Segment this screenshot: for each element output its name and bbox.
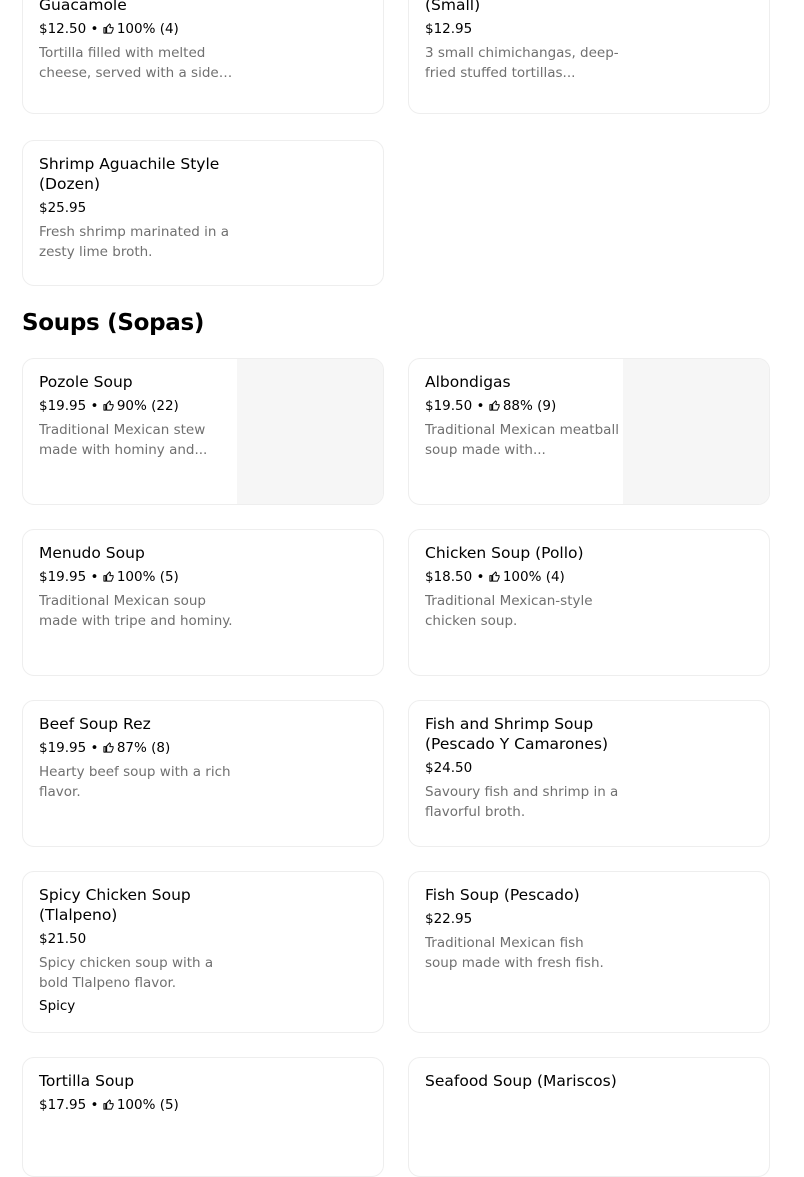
- item-meta: $21.50: [39, 930, 234, 948]
- item-name: Menudo Soup: [39, 544, 145, 562]
- menu-item-card-tortilla-soup[interactable]: Tortilla Soup $17.95 • 100% (5): [22, 1057, 384, 1177]
- item-rating: 87% (8): [116, 740, 171, 756]
- item-thumbnail: [623, 359, 769, 504]
- menu-item-card-spicy-chicken-soup[interactable]: Spicy Chicken Soup (Tlalpeno) $21.50 Spi…: [22, 871, 384, 1033]
- item-rating: 88% (9): [502, 398, 557, 414]
- menu-item-card-fish-shrimp-soup[interactable]: Fish and Shrimp Soup (Pescado Y Camarone…: [408, 700, 770, 847]
- item-name: Shrimp Aguachile Style (Dozen): [39, 155, 220, 193]
- item-price: $19.95: [39, 398, 87, 414]
- item-description: Traditional Mexican soup made with tripe…: [39, 593, 233, 629]
- item-description: Fresh shrimp marinated in a zesty lime b…: [39, 224, 230, 260]
- item-name: Fish Soup (Pescado): [425, 886, 580, 904]
- item-rating: 100% (5): [116, 569, 179, 585]
- menu-item-card-guacamole[interactable]: Guacamole $12.50 • 100% (4) Tortilla fil…: [22, 0, 384, 114]
- item-price: $22.95: [425, 911, 473, 927]
- thumbs-up-icon: [489, 571, 500, 582]
- item-description: Traditional Mexican-style chicken soup.: [425, 593, 593, 629]
- item-meta: $12.50 • 100% (4): [39, 20, 234, 38]
- item-meta: $17.95 • 100% (5): [39, 1096, 234, 1114]
- meta-separator: •: [476, 398, 485, 414]
- menu-item-card-chimichangas[interactable]: (Small) $12.95 3 small chimichangas, dee…: [408, 0, 770, 114]
- item-rating: 100% (4): [502, 569, 565, 585]
- item-name: Spicy Chicken Soup (Tlalpeno): [39, 886, 191, 924]
- thumbs-up-icon: [103, 1099, 114, 1110]
- meta-separator: •: [90, 21, 99, 37]
- item-description: Traditional Mexican stew made with homin…: [39, 422, 208, 458]
- menu-item-card-shrimp-aguachile[interactable]: Shrimp Aguachile Style (Dozen) $25.95 Fr…: [22, 140, 384, 286]
- thumbs-up-icon: [489, 400, 500, 411]
- item-price: $19.50: [425, 398, 473, 414]
- item-meta: $19.95 • 100% (5): [39, 568, 234, 586]
- item-name: Beef Soup Rez: [39, 715, 151, 733]
- item-price: $12.50: [39, 21, 87, 37]
- meta-separator: •: [90, 740, 99, 756]
- menu-item-card-albondigas[interactable]: Albondigas $19.50 • 88% (9) Traditional …: [408, 358, 770, 505]
- item-name: Guacamole: [39, 0, 127, 14]
- item-description: 3 small chimichangas, deep-fried stuffed…: [425, 45, 619, 81]
- menu-item-card-pozole[interactable]: Pozole Soup $19.95 • 90% (22) Traditiona…: [22, 358, 384, 505]
- item-name: (Small): [425, 0, 481, 14]
- item-meta: $19.50 • 88% (9): [425, 397, 620, 415]
- item-description: Traditional Mexican fish soup made with …: [425, 935, 604, 971]
- thumbs-up-icon: [103, 742, 114, 753]
- item-price: $24.50: [425, 760, 473, 776]
- item-thumbnail: [237, 359, 383, 504]
- item-meta: $22.95: [425, 910, 620, 928]
- item-meta: $12.95: [425, 20, 620, 38]
- item-name: Tortilla Soup: [39, 1072, 135, 1090]
- item-description: Tortilla filled with melted cheese, serv…: [39, 45, 219, 81]
- menu-item-card-fish-soup[interactable]: Fish Soup (Pescado) $22.95 Traditional M…: [408, 871, 770, 1033]
- item-meta: $19.95 • 87% (8): [39, 739, 234, 757]
- item-price: $25.95: [39, 200, 87, 216]
- spicy-tag: Spicy: [39, 998, 76, 1014]
- meta-separator: •: [476, 569, 485, 585]
- item-name: Albondigas: [425, 373, 511, 391]
- item-price: $19.95: [39, 569, 87, 585]
- item-rating: 100% (4): [116, 21, 179, 37]
- item-description: Hearty beef soup with a rich flavor.: [39, 764, 231, 800]
- item-rating: 90% (22): [116, 398, 179, 414]
- menu-item-card-beef-soup[interactable]: Beef Soup Rez $19.95 • 87% (8) Hearty be…: [22, 700, 384, 847]
- item-price: $18.50: [425, 569, 473, 585]
- section-title: Soups (Sopas): [22, 310, 205, 336]
- item-description: Traditional Mexican meatball soup made w…: [425, 422, 619, 458]
- meta-separator: •: [90, 569, 99, 585]
- item-meta: $18.50 • 100% (4): [425, 568, 620, 586]
- item-price: $19.95: [39, 740, 87, 756]
- thumbs-up-icon: [103, 23, 114, 34]
- item-price: $21.50: [39, 931, 87, 947]
- item-name: Pozole Soup: [39, 373, 133, 391]
- thumbs-up-icon: [103, 400, 114, 411]
- menu-item-card-chicken-soup[interactable]: Chicken Soup (Pollo) $18.50 • 100% (4) T…: [408, 529, 770, 676]
- item-description: Spicy chicken soup with a bold Tlalpeno …: [39, 955, 214, 991]
- meta-separator: •: [90, 1097, 99, 1113]
- item-meta: $24.50: [425, 759, 620, 777]
- meta-separator: •: [90, 398, 99, 414]
- item-name: Fish and Shrimp Soup (Pescado Y Camarone…: [425, 715, 609, 753]
- menu-item-card-seafood-soup[interactable]: Seafood Soup (Mariscos): [408, 1057, 770, 1177]
- item-price: $17.95: [39, 1097, 87, 1113]
- item-meta: $19.95 • 90% (22): [39, 397, 234, 415]
- item-name: Chicken Soup (Pollo): [425, 544, 584, 562]
- item-meta: $25.95: [39, 199, 234, 217]
- item-rating: 100% (5): [116, 1097, 179, 1113]
- item-description: Savoury fish and shrimp in a flavorful b…: [425, 784, 619, 820]
- menu-item-card-menudo[interactable]: Menudo Soup $19.95 • 100% (5) Traditiona…: [22, 529, 384, 676]
- item-name: Seafood Soup (Mariscos): [425, 1072, 617, 1090]
- item-price: $12.95: [425, 21, 473, 37]
- thumbs-up-icon: [103, 571, 114, 582]
